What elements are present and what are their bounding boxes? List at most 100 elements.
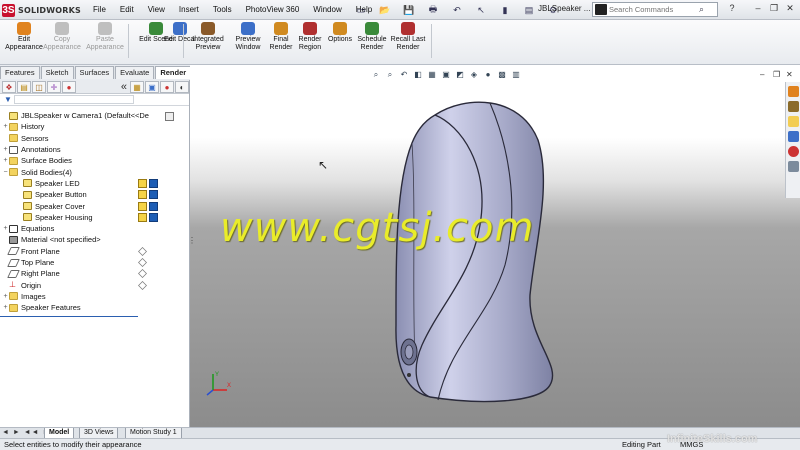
command-search[interactable]: ⌕ <box>592 2 718 17</box>
menu-item-window[interactable]: Window <box>306 0 348 20</box>
feature-manager-tab-icon[interactable]: ❖ <box>2 80 16 93</box>
viewport-restore-icon[interactable]: ❐ <box>773 70 780 79</box>
expand-toggle-icon[interactable]: + <box>2 304 9 311</box>
visibility-plane-icon[interactable] <box>138 269 147 279</box>
tree-item[interactable]: + Images <box>0 291 190 302</box>
decal-swatch-icon[interactable] <box>149 178 158 188</box>
new-document-icon[interactable]: ▭ <box>350 3 372 17</box>
minimize-icon[interactable]: – <box>752 2 764 15</box>
custom-properties-icon[interactable] <box>787 161 799 172</box>
design-library-icon[interactable] <box>787 101 799 112</box>
expand-toggle-icon[interactable]: − <box>2 169 9 176</box>
tree-item[interactable]: Speaker LED <box>0 178 190 189</box>
recall-last-render-button[interactable]: Recall Last Render <box>389 22 427 52</box>
solidworks-logo[interactable]: 3S SOLIDWORKS <box>2 3 82 17</box>
visibility-plane-icon[interactable] <box>138 246 147 256</box>
appearance-swatch-icon[interactable] <box>138 178 147 188</box>
zoom-to-fit-icon[interactable]: ⌕ <box>370 69 382 81</box>
visibility-plane-icon[interactable] <box>138 280 147 290</box>
tree-item[interactable]: Right Plane <box>0 268 190 279</box>
viewport-minimize-icon[interactable]: – <box>760 70 764 79</box>
expand-toggle-icon[interactable]: + <box>2 123 9 130</box>
tree-item[interactable]: Front Plane <box>0 246 190 257</box>
tree-item[interactable]: JBLSpeaker w Camera1 (Default<<De <box>0 110 190 121</box>
close-icon[interactable]: ✕ <box>784 2 796 15</box>
edit-appearance-button[interactable]: Edit Appearance <box>5 22 43 52</box>
decal-swatch-icon[interactable] <box>149 190 158 200</box>
viewport-close-icon[interactable]: ✕ <box>786 70 793 79</box>
tree-item[interactable]: Speaker Button <box>0 189 190 200</box>
view-orientation-icon[interactable]: ▣ <box>440 69 452 81</box>
tab-features[interactable]: Features <box>0 66 40 79</box>
collapse-panel-icon[interactable]: « <box>121 81 127 93</box>
menu-item-insert[interactable]: Insert <box>172 0 206 20</box>
decal-filter-icon[interactable]: ▣ <box>145 80 159 93</box>
tree-item[interactable]: Top Plane <box>0 257 190 268</box>
tree-item[interactable]: Material <not specified> <box>0 234 190 245</box>
tree-item[interactable]: + Annotations <box>0 144 190 155</box>
rebuild-icon[interactable]: ▮ <box>494 3 516 17</box>
filter-funnel-icon[interactable]: ▼ <box>4 95 12 104</box>
tab-sketch[interactable]: Sketch <box>40 66 74 79</box>
search-input[interactable] <box>609 5 699 14</box>
tab-surfaces[interactable]: Surfaces <box>74 66 115 79</box>
appearance-swatch-icon[interactable] <box>138 190 147 200</box>
appearance-filter-icon[interactable]: ▦ <box>130 80 144 93</box>
display-pane-toggle-icon[interactable] <box>165 112 174 121</box>
expand-toggle-icon[interactable]: + <box>2 146 9 153</box>
menu-item-photoview-360[interactable]: PhotoView 360 <box>239 0 307 20</box>
select-arrow-icon[interactable]: ↖ <box>470 3 492 17</box>
print-icon[interactable]: 🖶 <box>422 3 444 17</box>
tree-item[interactable]: + History <box>0 121 190 132</box>
menu-item-view[interactable]: View <box>141 0 172 20</box>
panel-splitter-icon[interactable]: ⋮ <box>188 235 196 247</box>
tree-item[interactable]: + Surface Bodies <box>0 155 190 166</box>
expand-toggle-icon[interactable]: + <box>2 157 9 164</box>
file-explorer-icon[interactable] <box>787 116 799 127</box>
decal-swatch-icon[interactable] <box>149 201 158 211</box>
restore-icon[interactable]: ❐ <box>768 2 780 15</box>
resources-icon[interactable] <box>787 86 799 97</box>
integrated-preview-button[interactable]: Integrated Preview <box>189 22 227 52</box>
rollback-bar[interactable] <box>0 316 138 317</box>
paste-appearance-button[interactable]: Paste Appearance <box>86 22 124 52</box>
apply-scene-icon[interactable]: ▩ <box>496 69 508 81</box>
tree-item[interactable]: Sensors <box>0 133 190 144</box>
scene-filter-icon[interactable]: ● <box>160 80 174 93</box>
tree-filter-input[interactable] <box>13 95 134 104</box>
appearances-icon[interactable] <box>787 146 799 157</box>
view-palette-icon[interactable] <box>787 131 799 142</box>
open-folder-icon[interactable]: 📂 <box>374 3 396 17</box>
search-icon[interactable]: ⌕ <box>699 4 704 15</box>
copy-appearance-button[interactable]: Copy Appearance <box>43 22 81 52</box>
tree-item[interactable]: + Speaker Features <box>0 302 190 313</box>
menu-item-file[interactable]: File <box>86 0 113 20</box>
menu-item-tools[interactable]: Tools <box>206 0 239 20</box>
tree-item[interactable]: Speaker Cover <box>0 200 190 211</box>
tree-item[interactable]: − Solid Bodies(4) <box>0 166 190 177</box>
undo-icon[interactable]: ↶ <box>446 3 468 17</box>
dimxpert-tab-icon[interactable]: ✛ <box>47 80 61 93</box>
tab-evaluate[interactable]: Evaluate <box>115 66 155 79</box>
hide-show-items-icon[interactable]: ◈ <box>468 69 480 81</box>
tree-item[interactable]: Speaker Housing <box>0 212 190 223</box>
previous-view-icon[interactable]: ↶ <box>398 69 410 81</box>
appearance-swatch-icon[interactable] <box>138 212 147 222</box>
file-properties-icon[interactable]: ▤ <box>518 3 540 17</box>
tree-item[interactable]: ⊥ Origin <box>0 279 190 290</box>
decal-swatch-icon[interactable] <box>149 212 158 222</box>
camera-filter-icon[interactable]: ◐ <box>175 80 189 93</box>
display-style-icon[interactable]: ◩ <box>454 69 466 81</box>
expand-toggle-icon[interactable]: + <box>2 293 9 300</box>
dynamic-annotation-icon[interactable]: ▦ <box>426 69 438 81</box>
display-manager-tab-icon[interactable]: ● <box>62 80 76 93</box>
edit-appearance-icon[interactable]: ● <box>482 69 494 81</box>
configuration-manager-tab-icon[interactable]: ◫ <box>32 80 46 93</box>
help-icon[interactable]: ? <box>726 2 738 15</box>
expand-toggle-icon[interactable]: + <box>2 225 9 232</box>
save-icon[interactable]: 💾 <box>398 3 420 17</box>
appearance-swatch-icon[interactable] <box>138 201 147 211</box>
zoom-area-icon[interactable]: ⌕ <box>384 69 396 81</box>
view-settings-icon[interactable]: ▥ <box>510 69 522 81</box>
visibility-plane-icon[interactable] <box>138 258 147 267</box>
